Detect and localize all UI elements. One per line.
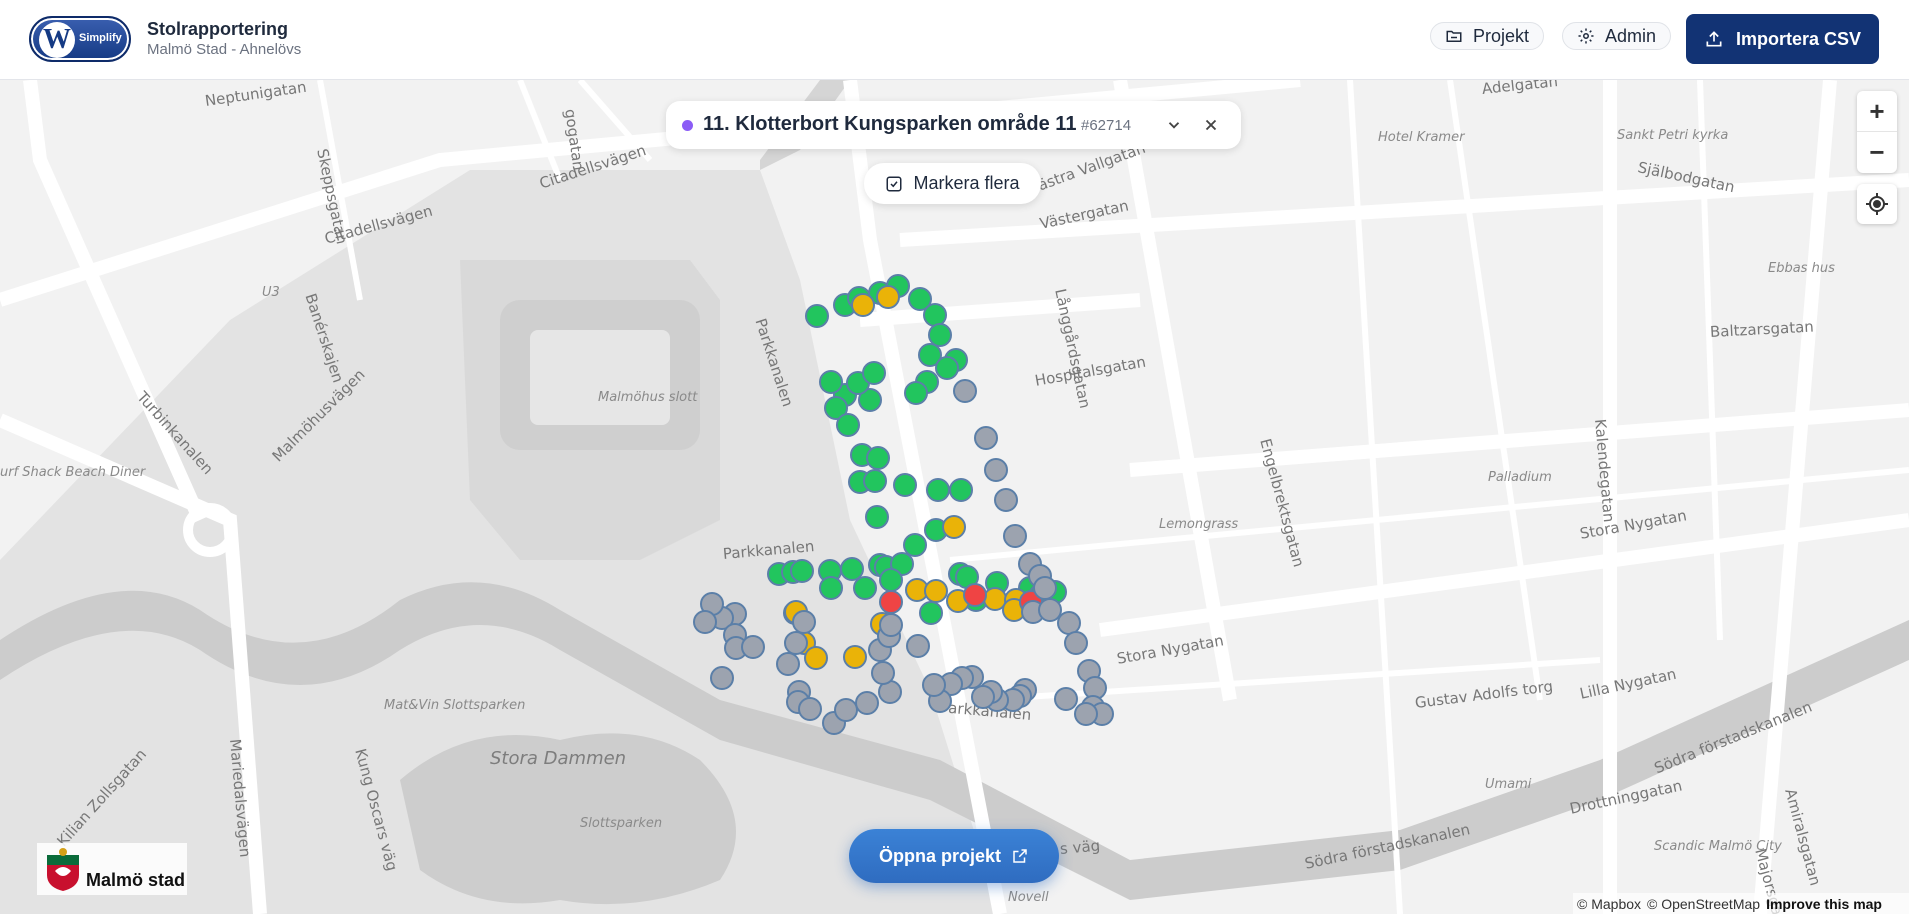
chair-marker-gray[interactable] (855, 691, 879, 715)
zoom-control[interactable]: + − (1857, 91, 1897, 173)
mark-multiple-label: Markera flera (913, 173, 1020, 193)
admin-label: Admin (1605, 25, 1657, 46)
chair-marker-gray[interactable] (984, 458, 1008, 482)
projekt-label: Projekt (1473, 25, 1530, 46)
chair-marker-green[interactable] (790, 559, 814, 583)
chair-marker-yellow[interactable] (876, 285, 900, 309)
chair-marker-gray[interactable] (879, 613, 903, 637)
malmo-crest-icon (47, 848, 79, 891)
chair-marker-gray[interactable] (1054, 687, 1078, 711)
chair-marker-green[interactable] (819, 576, 843, 600)
chair-marker-gray[interactable] (1074, 702, 1098, 726)
chair-marker-red[interactable] (963, 583, 987, 607)
chair-marker-green[interactable] (865, 505, 889, 529)
chair-marker-gray[interactable] (906, 634, 930, 658)
improve-map-link[interactable]: Improve this map (1766, 896, 1882, 912)
crosshair-icon (1866, 193, 1888, 215)
project-selector[interactable]: 11. Klotterbort Kungsparken område 11 #6… (666, 101, 1241, 149)
chair-marker-green[interactable] (928, 323, 952, 347)
project-color-dot (682, 120, 693, 131)
folder-icon (1446, 30, 1462, 42)
chair-marker-green[interactable] (853, 576, 877, 600)
chair-marker-gray[interactable] (710, 666, 734, 690)
chair-marker-green[interactable] (863, 469, 887, 493)
gear-icon (1578, 28, 1594, 44)
chair-marker-gray[interactable] (834, 698, 858, 722)
admin-button[interactable]: Admin (1562, 22, 1672, 50)
chair-marker-yellow[interactable] (924, 579, 948, 603)
chair-marker-green[interactable] (862, 361, 886, 385)
chair-marker-green[interactable] (926, 478, 950, 502)
open-project-label: Öppna projekt (878, 845, 1001, 866)
chair-marker-gray[interactable] (871, 661, 895, 685)
chair-marker-green[interactable] (935, 356, 959, 380)
chair-marker-gray[interactable] (953, 379, 977, 403)
chair-marker-gray[interactable] (994, 488, 1018, 512)
chair-marker-green[interactable] (949, 478, 973, 502)
simplify-logo[interactable]: W Simplify (29, 16, 131, 62)
chair-marker-green[interactable] (919, 601, 943, 625)
projekt-button[interactable]: Projekt (1430, 22, 1545, 50)
mapbox-attribution[interactable]: © Mapbox (1577, 896, 1641, 912)
app-title: Stolrapportering (147, 19, 289, 39)
marker-layer[interactable] (0, 80, 1909, 914)
map-attribution: © Mapbox © OpenStreetMap Improve this ma… (1573, 893, 1909, 914)
chevron-down-icon[interactable] (1165, 116, 1183, 134)
chair-marker-green[interactable] (903, 533, 927, 557)
chair-marker-yellow[interactable] (851, 293, 875, 317)
chair-marker-gray[interactable] (784, 631, 808, 655)
chair-marker-red[interactable] (879, 590, 903, 614)
chair-marker-gray[interactable] (974, 426, 998, 450)
project-name: 11. Klotterbort Kungsparken område 11 (703, 113, 1077, 135)
locate-button[interactable] (1857, 184, 1897, 224)
chair-marker-gray[interactable] (741, 635, 765, 659)
chair-marker-green[interactable] (819, 370, 843, 394)
malmo-stad-text: Malmö stad (86, 870, 186, 890)
chair-marker-gray[interactable] (1038, 598, 1062, 622)
logo-letter: W (39, 22, 75, 58)
chair-marker-green[interactable] (840, 557, 864, 581)
chair-marker-gray[interactable] (1064, 631, 1088, 655)
chair-marker-green[interactable] (904, 381, 928, 405)
chair-marker-green[interactable] (879, 568, 903, 592)
chair-marker-yellow[interactable] (843, 645, 867, 669)
import-csv-button[interactable]: Importera CSV (1686, 14, 1879, 64)
mark-multiple-button[interactable]: Markera flera (864, 163, 1041, 204)
map-canvas[interactable]: Neptunigatan Skeppsgatan gogatan Citadel… (0, 80, 1909, 914)
chair-marker-green[interactable] (805, 304, 829, 328)
chair-marker-green[interactable] (866, 446, 890, 470)
chair-marker-gray[interactable] (1003, 524, 1027, 548)
chair-marker-yellow[interactable] (942, 515, 966, 539)
chair-marker-green[interactable] (836, 413, 860, 437)
zoom-out-button[interactable]: − (1857, 132, 1897, 173)
chair-marker-yellow[interactable] (804, 646, 828, 670)
app-subtitle: Malmö Stad - Ahnelövs (147, 41, 302, 58)
chair-marker-gray[interactable] (693, 610, 717, 634)
upload-icon (1706, 31, 1722, 47)
chair-marker-gray[interactable] (922, 673, 946, 697)
zoom-in-button[interactable]: + (1857, 91, 1897, 132)
app-header: W Simplify Stolrapportering Malmö Stad -… (0, 0, 1909, 80)
logo-text: Simplify (79, 32, 122, 44)
osm-attribution[interactable]: © OpenStreetMap (1647, 896, 1760, 912)
external-link-icon (1013, 849, 1027, 863)
import-label: Importera CSV (1735, 28, 1862, 49)
malmo-stad-logo: Malmö stad (37, 843, 187, 895)
checkbox-icon (886, 176, 902, 191)
chair-marker-green[interactable] (893, 473, 917, 497)
open-project-button[interactable]: Öppna projekt (849, 829, 1059, 883)
close-icon[interactable] (1202, 116, 1220, 134)
chair-marker-gray[interactable] (798, 697, 822, 721)
chair-marker-gray[interactable] (1057, 611, 1081, 635)
chair-marker-gray[interactable] (792, 610, 816, 634)
project-id: #62714 (1081, 117, 1132, 134)
chair-marker-gray[interactable] (776, 652, 800, 676)
chair-marker-gray[interactable] (971, 685, 995, 709)
chair-marker-gray[interactable] (1033, 576, 1057, 600)
chair-marker-green[interactable] (923, 303, 947, 327)
